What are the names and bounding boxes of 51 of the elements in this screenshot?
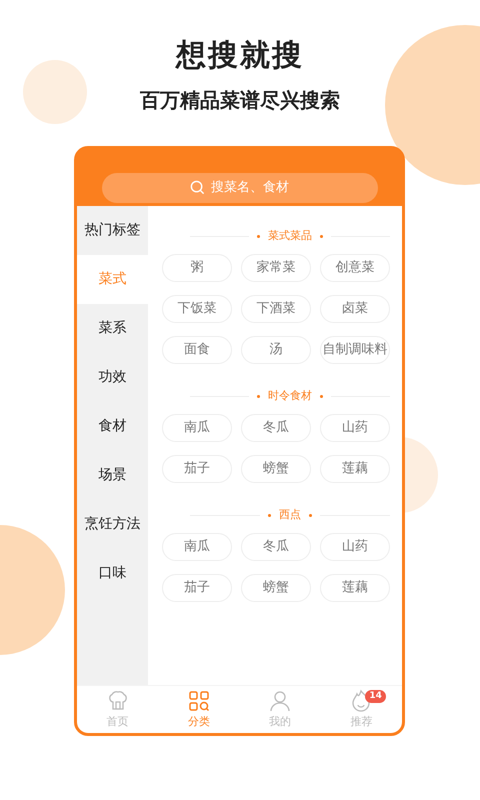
- sidebar-item[interactable]: 功效: [77, 353, 148, 402]
- tab-label: 首页: [106, 714, 129, 730]
- dot-icon: [268, 514, 271, 516]
- tag-chip[interactable]: 家常菜: [241, 254, 311, 282]
- tag-chip[interactable]: 茄子: [162, 574, 232, 602]
- search-placeholder: 搜菜名、食材: [211, 178, 289, 197]
- category-icon: [186, 688, 211, 713]
- headline: 想搜就搜: [174, 37, 305, 74]
- count-badge: 14: [365, 690, 386, 703]
- section-title: 时令食材: [268, 388, 312, 404]
- tag-chip[interactable]: 南瓜: [162, 414, 232, 442]
- subtitle: 百万精品菜谱尽兴搜索: [139, 88, 341, 112]
- tab-label: 分类: [188, 714, 210, 730]
- sidebar-item[interactable]: 食材: [77, 402, 148, 451]
- tag-chip[interactable]: 冬瓜: [241, 414, 311, 442]
- tag-chip[interactable]: 创意菜: [320, 254, 390, 282]
- dot-icon: [320, 394, 323, 398]
- tag-chip[interactable]: 自制调味料: [320, 336, 390, 364]
- section-title: 西点: [279, 506, 301, 523]
- tag-chip[interactable]: 茄子: [162, 455, 232, 483]
- tag-chip[interactable]: 下饭菜: [162, 295, 232, 323]
- tab-item[interactable]: 分类: [158, 686, 240, 733]
- sidebar-item[interactable]: 口味: [77, 549, 148, 598]
- tag-chip[interactable]: 下酒菜: [241, 295, 311, 323]
- search-icon: [190, 180, 205, 195]
- tag-chip[interactable]: 山药: [320, 533, 390, 561]
- dot-icon: [257, 394, 260, 398]
- tag-chip[interactable]: 螃蟹: [241, 455, 311, 483]
- sidebar-item[interactable]: 烹饪方法: [77, 500, 148, 549]
- sidebar-item[interactable]: 菜系: [77, 304, 148, 353]
- tab-label: 我的: [269, 714, 292, 730]
- section-title: 菜式菜品: [268, 228, 312, 244]
- tag-chip[interactable]: 卤菜: [320, 295, 390, 323]
- tag-chip[interactable]: 汤: [241, 336, 311, 364]
- tab-item[interactable]: 推荐 14: [320, 686, 402, 733]
- tag-chip[interactable]: 莲藕: [320, 574, 390, 602]
- dot-icon: [257, 234, 260, 238]
- tag-chip[interactable]: 面食: [162, 336, 232, 364]
- tab-label: 推荐: [350, 714, 372, 730]
- sidebar-item[interactable]: 热门标签: [77, 206, 148, 255]
- tag-chip[interactable]: 山药: [320, 414, 390, 442]
- dot-icon: [320, 234, 323, 238]
- tag-chip[interactable]: 莲藕: [320, 455, 390, 483]
- sidebar-item[interactable]: 菜式: [77, 255, 148, 304]
- tag-chip[interactable]: 冬瓜: [241, 533, 311, 561]
- person-icon: [268, 688, 292, 713]
- dot-icon: [309, 514, 312, 516]
- tag-chip[interactable]: 南瓜: [162, 533, 232, 561]
- sidebar-item[interactable]: 场景: [77, 451, 148, 500]
- tag-chip[interactable]: 粥: [162, 254, 232, 282]
- tag-chip[interactable]: 螃蟹: [241, 574, 311, 602]
